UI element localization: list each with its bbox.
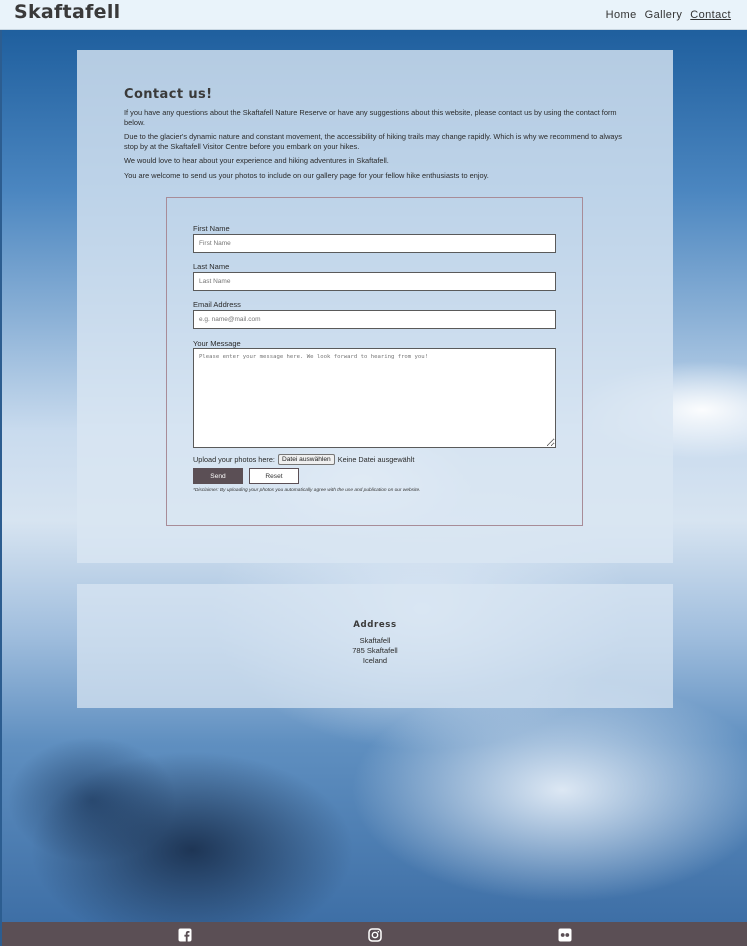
instagram-icon[interactable] <box>368 927 382 942</box>
send-button[interactable]: Send <box>193 468 243 484</box>
upload-row: Upload your photos here: Datei auswählen… <box>193 454 414 465</box>
message-label: Your Message <box>193 339 241 348</box>
intro-paragraph: We would love to hear about your experie… <box>124 156 389 166</box>
nav-gallery-link[interactable]: Gallery <box>645 9 683 21</box>
site-header: Skaftafell Home Gallery Contact <box>0 0 747 30</box>
address-lines: Skaftafell 785 Skaftafell Iceland <box>77 636 673 666</box>
nav-home-link[interactable]: Home <box>606 9 637 21</box>
page-title: Contact us! <box>124 87 213 102</box>
address-line: 785 Skaftafell <box>352 646 398 655</box>
site-footer <box>2 922 747 946</box>
first-name-label: First Name <box>193 224 230 233</box>
reset-button[interactable]: Reset <box>249 468 299 484</box>
nav-contact-link[interactable]: Contact <box>690 9 731 21</box>
address-line: Iceland <box>362 656 388 665</box>
contact-card: Contact us! If you have any questions ab… <box>77 50 673 563</box>
facebook-icon[interactable] <box>178 927 192 942</box>
last-name-label: Last Name <box>193 262 230 271</box>
upload-disclaimer: *Disclaimer: By uploading your photos yo… <box>193 488 421 493</box>
main-nav: Home Gallery Contact <box>606 9 731 21</box>
email-field[interactable] <box>193 310 556 329</box>
intro-paragraph: If you have any questions about the Skaf… <box>124 108 617 127</box>
last-name-field[interactable] <box>193 272 556 291</box>
flickr-icon[interactable] <box>558 927 572 942</box>
intro-paragraph: Due to the glacier's dynamic nature and … <box>124 132 622 151</box>
address-line: Skaftafell <box>359 636 391 645</box>
upload-label: Upload your photos here: <box>193 455 275 464</box>
contact-form: First Name Last Name Email Address Your … <box>166 197 583 526</box>
site-logo[interactable]: Skaftafell <box>14 1 121 23</box>
contact-intro: If you have any questions about the Skaf… <box>124 108 624 186</box>
first-name-field[interactable] <box>193 234 556 253</box>
address-title: Address <box>353 620 397 630</box>
address-card: Address Skaftafell 785 Skaftafell Icelan… <box>77 584 673 708</box>
upload-status: Keine Datei ausgewählt <box>337 455 415 464</box>
email-label: Email Address <box>193 300 241 309</box>
message-textarea[interactable] <box>193 348 556 448</box>
intro-paragraph: You are welcome to send us your photos t… <box>124 170 489 180</box>
choose-file-button[interactable]: Datei auswählen <box>277 454 335 465</box>
